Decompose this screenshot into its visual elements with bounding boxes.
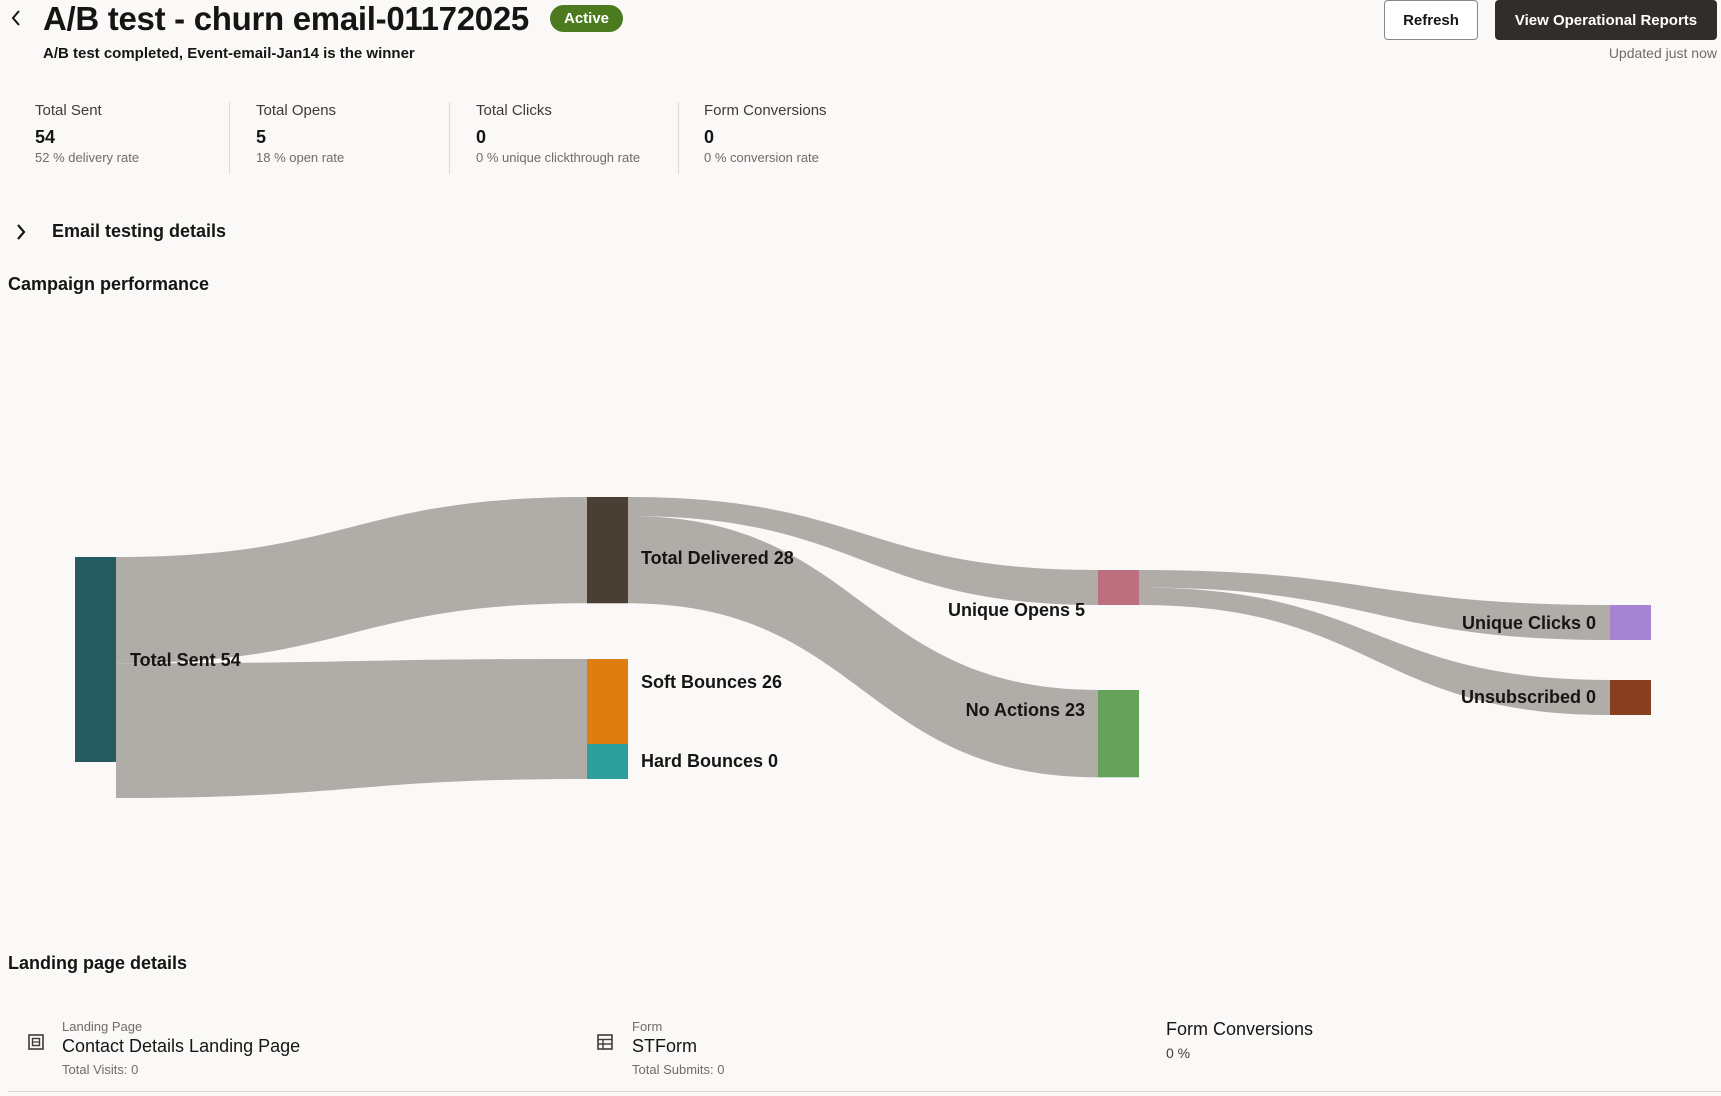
email-testing-details-toggle[interactable]: Email testing details: [10, 221, 226, 242]
updated-timestamp: Updated just now: [1608, 45, 1717, 61]
sankey-label-no-actions: No Actions 23: [966, 700, 1085, 720]
sankey-label-soft-bounces: Soft Bounces 26: [641, 672, 782, 692]
sankey-label-hard-bounces: Hard Bounces 0: [641, 751, 778, 771]
metric-value: 54: [35, 127, 56, 147]
landing-page-name-link[interactable]: Contact Details Landing Page: [62, 1036, 300, 1057]
form-conversions-value: 0 %: [1166, 1045, 1191, 1061]
metric-label: Form Conversions: [704, 102, 827, 119]
sankey-node-no-actions[interactable]: [1098, 690, 1139, 778]
sankey-node-unique-opens[interactable]: [1098, 570, 1139, 605]
form-total-submits: Total Submits: 0: [632, 1062, 725, 1077]
metric-value: 5: [256, 127, 267, 147]
metric-subtext: 52 % delivery rate: [35, 150, 140, 165]
view-operational-reports-button[interactable]: View Operational Reports: [1495, 0, 1717, 40]
metric-total-clicks: Total Clicks 0 0 % unique clickthrough r…: [476, 102, 640, 174]
landing-page-caption: Landing Page: [62, 1019, 143, 1034]
sankey-node-hard-bounces[interactable]: [587, 744, 628, 779]
chevron-right-icon: [10, 223, 32, 241]
page-subtitle: A/B test completed, Event-email-Jan14 is…: [43, 45, 415, 62]
email-testing-details-label: Email testing details: [52, 221, 227, 241]
metric-divider: [229, 102, 230, 174]
sankey-node-unsubscribed[interactable]: [1610, 680, 1651, 715]
sankey-label-total-delivered: Total Delivered 28: [641, 548, 794, 568]
sankey-links: [116, 497, 1610, 798]
metric-form-conversions: Form Conversions 0 0 % conversion rate: [704, 102, 827, 174]
metric-divider: [449, 102, 450, 174]
metric-subtext: 0 % conversion rate: [704, 150, 819, 165]
section-divider: [8, 1091, 1721, 1092]
refresh-button[interactable]: Refresh: [1384, 0, 1478, 40]
page-title: A/B test - churn email-01172025: [43, 0, 529, 37]
landing-page-total-visits: Total Visits: 0: [62, 1062, 139, 1077]
metric-total-opens: Total Opens 5 18 % open rate: [256, 102, 344, 174]
sankey-node-total-sent[interactable]: [75, 557, 116, 762]
metric-label: Total Sent: [35, 102, 102, 119]
metric-label: Total Clicks: [476, 102, 552, 119]
metric-value: 0: [704, 127, 715, 147]
metric-subtext: 0 % unique clickthrough rate: [476, 150, 641, 165]
landing-page-icon: [28, 1034, 44, 1050]
sankey-node-total-delivered[interactable]: [587, 497, 628, 604]
form-caption: Form: [632, 1019, 663, 1034]
chevron-left-icon: [11, 10, 20, 26]
metric-total-sent: Total Sent 54 52 % delivery rate: [35, 102, 139, 174]
campaign-sankey-chart: Total Sent 54 Total Delivered 28 Soft Bo…: [75, 497, 1651, 798]
form-icon: [597, 1034, 613, 1050]
sankey-label-unique-opens: Unique Opens 5: [948, 600, 1085, 620]
metric-value: 0: [476, 127, 487, 147]
sankey-node-soft-bounces[interactable]: [587, 659, 628, 758]
back-button[interactable]: [4, 4, 28, 32]
form-name-link[interactable]: STForm: [632, 1036, 697, 1057]
metric-label: Total Opens: [256, 102, 337, 119]
sankey-label-total-sent: Total Sent 54: [130, 650, 241, 670]
sankey-label-unique-clicks: Unique Clicks 0: [1462, 613, 1596, 633]
metric-divider: [678, 102, 679, 174]
metric-subtext: 18 % open rate: [256, 150, 345, 165]
form-conversions-label: Form Conversions: [1166, 1019, 1314, 1039]
status-badge: Active: [550, 5, 624, 32]
sankey-node-unique-clicks[interactable]: [1610, 605, 1651, 640]
sankey-link-sent-delivered[interactable]: [116, 497, 587, 664]
campaign-performance-heading: Campaign performance: [8, 274, 210, 294]
landing-page-details-heading: Landing page details: [8, 953, 188, 973]
sankey-label-unsubscribed: Unsubscribed 0: [1461, 687, 1596, 707]
